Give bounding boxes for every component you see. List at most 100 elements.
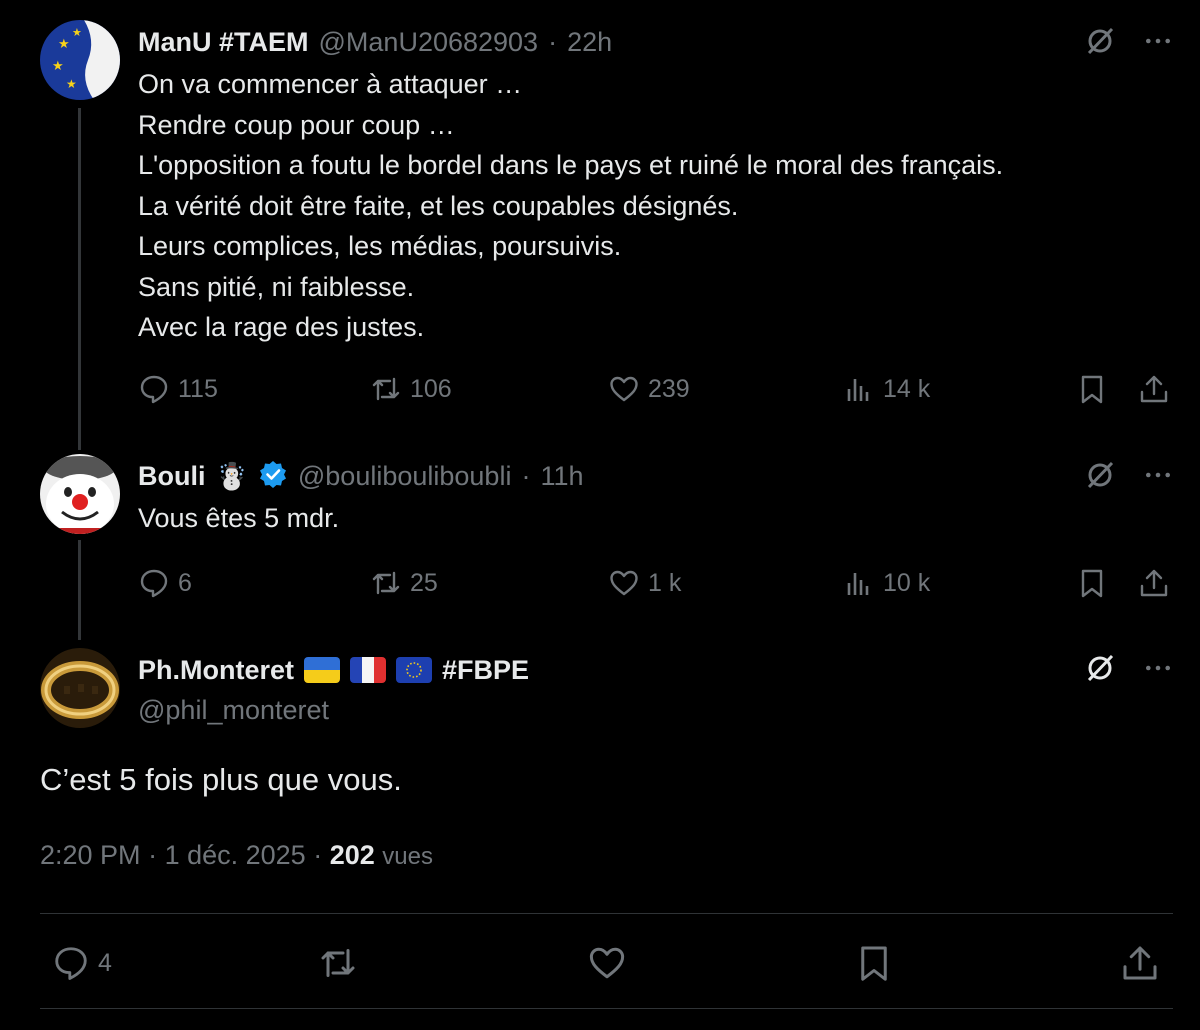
repost-button[interactable]: 106 (370, 369, 452, 409)
separator-dot: · (148, 840, 165, 870)
hashtag[interactable]: #FBPE (442, 655, 529, 686)
text-line: Rendre coup pour coup … (138, 109, 455, 140)
reply-button[interactable]: 4 (52, 943, 112, 983)
share-icon (1123, 946, 1157, 980)
grok-icon[interactable] (1083, 651, 1117, 690)
reply-icon (55, 947, 87, 980)
action-bar: 6 25 1 k 10 k (138, 563, 1173, 603)
thread-line (78, 540, 81, 640)
tweet-text: On va commencer à attaquer … Rendre coup… (138, 64, 1003, 348)
verified-badge-icon (258, 459, 288, 494)
display-name[interactable]: Ph.Monteret (138, 655, 294, 686)
reply-button[interactable]: 115 (138, 369, 218, 409)
like-button[interactable] (587, 943, 627, 983)
tweet-header: Bouli ☃️ @boulibouliboubli · 11h (138, 456, 583, 496)
tweet-meta: 2:20 PM · 1 déc. 2025 · 202 vues (40, 840, 433, 871)
text-line: Avec la rage des justes. (138, 312, 425, 342)
grok-icon[interactable] (1083, 458, 1117, 497)
action-bar: 115 106 239 14 k (138, 369, 1173, 409)
user-handle[interactable]: @boulibouliboubli (298, 461, 512, 492)
france-flag-icon (350, 657, 387, 683)
more-options-icon[interactable] (1143, 26, 1173, 61)
views-chart-icon (847, 573, 869, 595)
heart-icon (610, 570, 638, 596)
avatar[interactable] (40, 648, 120, 728)
views-count: 202 (329, 840, 375, 870)
heart-icon (610, 376, 638, 402)
text-line: On va commencer à attaquer … (138, 69, 523, 99)
reply-icon (140, 569, 168, 598)
reply-icon (140, 375, 168, 404)
bookmark-button[interactable] (1076, 563, 1108, 603)
post-date[interactable]: 1 déc. 2025 (165, 840, 306, 870)
reply-count: 115 (178, 374, 218, 403)
tweet-text: Vous êtes 5 mdr. (138, 498, 339, 539)
like-button[interactable]: 1 k (608, 563, 681, 603)
more-options-icon[interactable] (1143, 460, 1173, 495)
thread-line (78, 108, 81, 450)
display-name[interactable]: ManU #TAEM (138, 27, 309, 58)
separator-dot: · (548, 26, 558, 57)
bookmark-icon (861, 946, 887, 981)
tweet-top-icons (1083, 651, 1173, 690)
reply-count: 4 (98, 948, 112, 977)
repost-count: 106 (410, 374, 452, 403)
repost-icon (372, 377, 400, 401)
separator-dot: · (313, 840, 330, 870)
text-line: Leurs complices, les médias, poursuivis. (138, 231, 622, 261)
share-icon (1140, 569, 1168, 597)
views-chart-icon (847, 379, 869, 401)
repost-icon (372, 571, 400, 595)
avatar[interactable] (40, 454, 120, 534)
tweet-header: Ph.Monteret #FBPE (138, 650, 529, 690)
timestamp[interactable]: 22h (567, 27, 612, 58)
divider (40, 913, 1173, 914)
share-button[interactable] (1138, 369, 1170, 409)
svg-text:★: ★ (58, 36, 70, 51)
share-icon (1140, 375, 1168, 403)
bookmark-button[interactable] (1076, 369, 1108, 409)
user-handle[interactable]: @phil_monteret (138, 690, 329, 730)
bookmark-icon (1081, 569, 1103, 598)
reply-button[interactable]: 6 (138, 563, 192, 603)
views-button[interactable]: 10 k (843, 563, 930, 603)
svg-text:★: ★ (72, 27, 82, 39)
eu-flag-icon (396, 657, 433, 683)
share-button[interactable] (1120, 943, 1160, 983)
text-line: L'opposition a foutu le bordel dans le p… (138, 150, 1004, 180)
main-action-bar: 4 (40, 940, 1173, 986)
timestamp[interactable]: 11h (540, 461, 583, 492)
tweet-top-icons (1083, 24, 1173, 63)
like-count: 239 (648, 374, 690, 403)
main-tweet-text: C’est 5 fois plus que vous. (40, 762, 402, 797)
more-options-icon[interactable] (1143, 653, 1173, 688)
divider (40, 1008, 1173, 1009)
like-count: 1 k (648, 568, 682, 597)
like-button[interactable]: 239 (608, 369, 690, 409)
user-handle[interactable]: @ManU20682903 (319, 27, 539, 58)
display-name[interactable]: Bouli (138, 461, 206, 492)
post-time[interactable]: 2:20 PM (40, 840, 141, 870)
svg-text:★: ★ (52, 58, 64, 73)
share-button[interactable] (1138, 563, 1170, 603)
views-label: vues (382, 843, 433, 870)
bookmark-button[interactable] (854, 943, 894, 983)
svg-text:★: ★ (66, 77, 77, 91)
repost-button[interactable] (318, 943, 358, 983)
grok-icon[interactable] (1083, 24, 1117, 63)
views-button[interactable]: 14 k (843, 369, 930, 409)
repost-count: 25 (410, 568, 438, 597)
tweet-top-icons (1083, 458, 1173, 497)
reply-count: 6 (178, 568, 192, 597)
repost-icon (321, 949, 355, 977)
separator-dot: · (521, 460, 531, 491)
text-line: Sans pitié, ni faiblesse. (138, 271, 415, 302)
heart-icon (589, 947, 625, 979)
avatar[interactable]: ★ ★ ★ ★ (40, 20, 120, 100)
snowman-emoji: ☃️ (215, 460, 248, 491)
text-line: La vérité doit être faite, et les coupab… (138, 190, 739, 221)
text-line: Vous êtes 5 mdr. (138, 503, 340, 533)
bookmark-icon (1081, 375, 1103, 404)
ukraine-flag-icon (304, 657, 341, 683)
repost-button[interactable]: 25 (370, 563, 438, 603)
